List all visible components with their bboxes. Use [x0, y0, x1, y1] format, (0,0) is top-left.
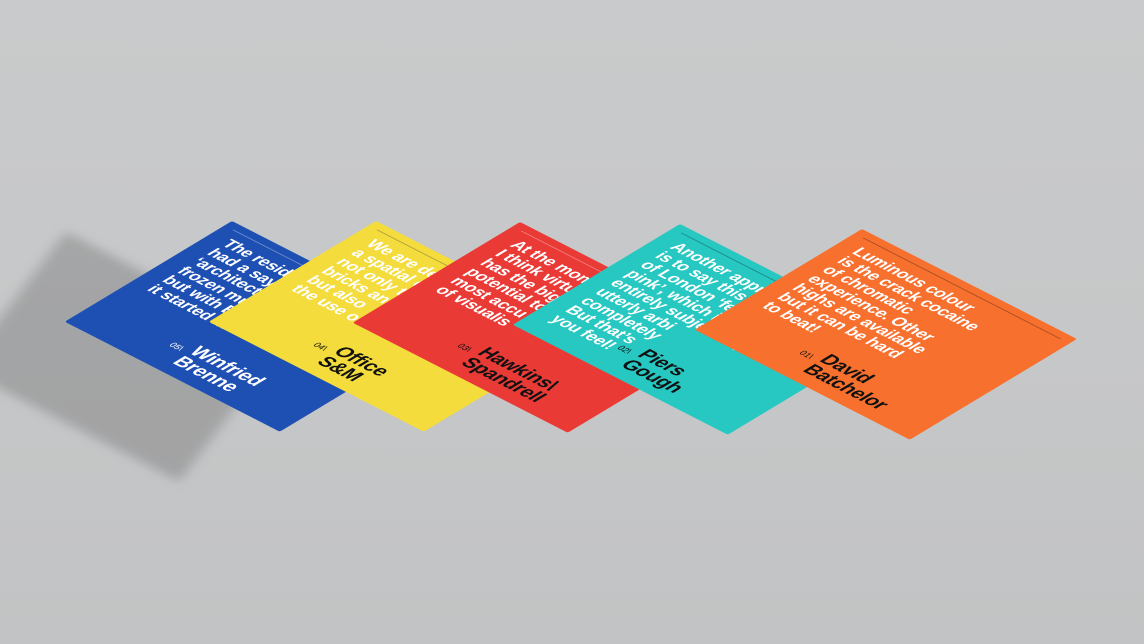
- booklet-number: 01\: [796, 349, 817, 360]
- booklet-number: 04\: [310, 341, 331, 352]
- booklet-number: 05\: [166, 341, 187, 352]
- booklet-quote: Luminous colour is the crack cocaine of …: [757, 244, 985, 361]
- booklet-number: 03\: [454, 342, 475, 353]
- photo-scene: The residents had a saying that ‘archite…: [0, 0, 1144, 644]
